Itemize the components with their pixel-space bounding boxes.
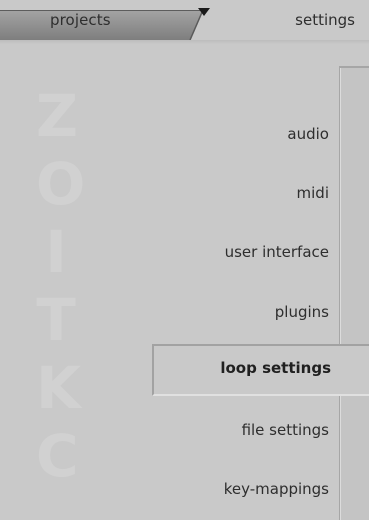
menu-item-plugins[interactable]: plugins: [275, 300, 329, 324]
menu-item-loop-settings[interactable]: loop settings: [152, 344, 369, 396]
active-tab-pointer-icon: [198, 8, 210, 16]
menu-item-user-interface[interactable]: user interface: [225, 240, 329, 264]
brand-letter: Z: [36, 82, 79, 150]
settings-panel: [339, 68, 369, 520]
menu-item-audio[interactable]: audio: [287, 122, 329, 146]
menu-item-key-mappings[interactable]: key-mappings: [224, 477, 329, 501]
tab-bar-shadow: [0, 40, 369, 44]
brand-letter: O: [36, 150, 86, 218]
tab-projects[interactable]: projects: [0, 0, 205, 40]
brand-letter: T: [36, 286, 76, 354]
brand-watermark: Z O I T K C: [36, 82, 86, 490]
brand-letter: C: [36, 422, 79, 490]
tab-settings-label: settings: [295, 11, 355, 29]
menu-item-loop-settings-label: loop settings: [220, 359, 331, 377]
menu-item-file-settings[interactable]: file settings: [242, 418, 329, 442]
tab-settings[interactable]: settings: [205, 0, 369, 40]
menu-item-midi[interactable]: midi: [297, 181, 329, 205]
brand-letter: I: [45, 218, 67, 286]
brand-letter: K: [36, 354, 81, 422]
tab-projects-label: projects: [50, 11, 111, 29]
tab-bar: projects settings: [0, 0, 369, 41]
